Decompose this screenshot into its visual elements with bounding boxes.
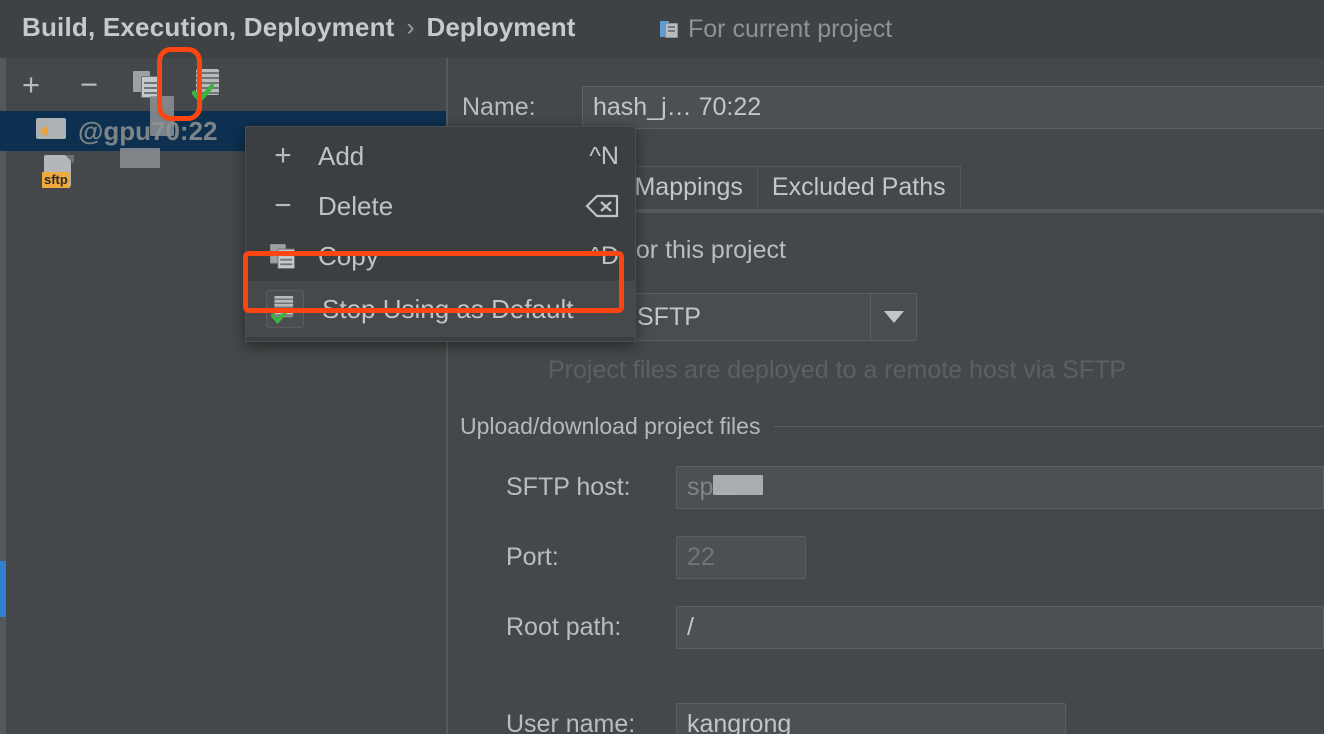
menu-item-copy-shortcut: ^D — [589, 241, 619, 270]
type-select-text: SFTP — [637, 302, 701, 331]
tab-mappings-label: Mappings — [634, 173, 743, 201]
copy-icon — [133, 71, 161, 98]
menu-item-delete[interactable]: − Delete — [246, 181, 635, 231]
green-check-icon — [271, 308, 290, 324]
project-icon — [660, 20, 679, 39]
left-scrollbar-thumb[interactable] — [0, 561, 6, 617]
plus-icon: + — [274, 139, 292, 172]
type-select-arrow[interactable] — [870, 294, 916, 340]
remote-host-icon — [36, 118, 70, 144]
scope-indicator: For current project — [660, 15, 892, 44]
remove-server-button[interactable]: − — [72, 68, 106, 102]
breadcrumb-separator-icon: › — [406, 13, 415, 41]
settings-dialog: Build, Execution, Deployment › Deploymen… — [0, 0, 1324, 734]
minus-icon: − — [274, 189, 292, 222]
breadcrumb: Build, Execution, Deployment › Deploymen… — [22, 12, 575, 43]
breadcrumb-root[interactable]: Build, Execution, Deployment — [22, 12, 395, 43]
menu-item-stop-using-as-default-label: Stop Using as Default — [322, 293, 574, 324]
sftp-host-label: SFTP host: — [506, 473, 631, 501]
sftp-host-field-row: SFTP host: sp… — [506, 466, 1324, 509]
root-path-input[interactable]: / — [676, 606, 1324, 649]
use-as-default-button[interactable] — [192, 68, 226, 103]
tab-excluded-paths[interactable]: Excluded Paths — [757, 166, 961, 208]
menu-item-stop-using-as-default[interactable]: Stop Using as Default — [246, 281, 635, 337]
copy-icon — [266, 239, 300, 273]
name-input[interactable]: hash_j… 70:22 — [582, 86, 1324, 129]
port-field-row: Port: 22 — [506, 536, 806, 579]
user-name-field-row: User name: kangrong — [506, 703, 1066, 734]
delete-key-icon — [585, 194, 619, 218]
root-path-label: Root path: — [506, 613, 622, 641]
redaction-chip — [150, 96, 174, 136]
tab-excluded-paths-label: Excluded Paths — [771, 173, 946, 201]
use-as-default-server-icon — [192, 68, 224, 103]
chevron-down-icon — [883, 311, 904, 323]
sftp-host-input[interactable]: sp… — [676, 466, 1324, 509]
name-field-row: Name: hash_j… 70:22 — [462, 86, 1324, 129]
context-menu: + Add ^N − Delete Copy ^D Stop Using as … — [245, 126, 636, 342]
use-as-default-server-icon — [266, 290, 304, 328]
upload-section-label: Upload/download project files — [460, 413, 761, 439]
upload-section-header: Upload/download project files — [460, 413, 1324, 440]
plus-icon: + — [21, 67, 41, 102]
name-label: Name: — [462, 93, 536, 121]
breadcrumb-leaf[interactable]: Deployment — [427, 12, 576, 43]
tab-mappings[interactable]: Mappings — [620, 166, 758, 208]
root-path-field-row: Root path: / — [506, 606, 1324, 649]
dialog-header: Build, Execution, Deployment › Deploymen… — [0, 0, 1324, 58]
menu-item-add-shortcut: ^N — [589, 141, 619, 170]
menu-item-copy-label: Copy — [318, 240, 379, 271]
port-input[interactable]: 22 — [676, 536, 806, 579]
list-item-label: @gpu70:22 — [78, 115, 218, 146]
port-label: Port: — [506, 543, 559, 571]
section-divider — [774, 426, 1324, 427]
add-server-button[interactable]: + — [14, 68, 48, 102]
menu-item-add[interactable]: + Add ^N — [246, 131, 635, 181]
scope-label: For current project — [688, 15, 893, 43]
menu-item-delete-label: Delete — [318, 190, 394, 221]
server-list-toolbar: + − — [0, 58, 446, 111]
minus-icon: − — [79, 67, 99, 102]
redaction-chip — [713, 475, 763, 495]
type-hint: Project files are deployed to a remote h… — [548, 356, 1127, 384]
user-name-input[interactable]: kangrong — [676, 703, 1066, 734]
menu-item-copy[interactable]: Copy ^D — [246, 231, 635, 281]
sftp-file-icon: sftp — [42, 155, 74, 189]
user-name-label: User name: — [506, 710, 636, 734]
green-check-icon — [192, 83, 214, 103]
menu-item-delete-shortcut — [585, 194, 619, 218]
type-select[interactable]: SFTP — [592, 293, 917, 341]
menu-item-add-label: Add — [318, 140, 365, 171]
